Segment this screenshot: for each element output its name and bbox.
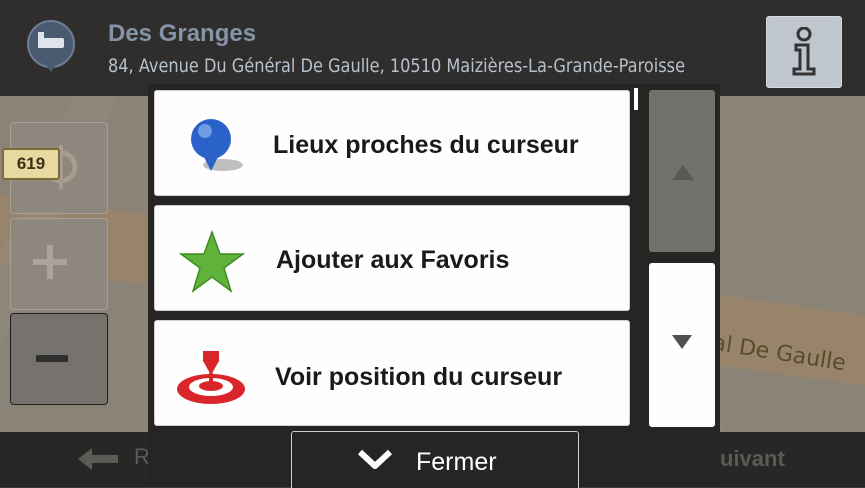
- menu-item-nearby-places[interactable]: Lieux proches du curseur: [154, 90, 630, 196]
- close-button[interactable]: Fermer: [291, 431, 579, 488]
- location-header: Des Granges 84, Avenue Du Général De Gau…: [0, 0, 865, 96]
- menu-item-add-favorites[interactable]: Ajouter aux Favoris: [154, 205, 630, 311]
- chevron-down-icon: [358, 449, 392, 469]
- hotel-pin-icon: [27, 20, 75, 72]
- plus-icon: [47, 245, 53, 279]
- menu-item-label: Lieux proches du curseur: [273, 131, 579, 159]
- green-star-icon: [178, 230, 246, 293]
- close-button-label: Fermer: [416, 448, 497, 476]
- next-button-label[interactable]: uivant: [720, 446, 785, 472]
- info-button[interactable]: [766, 16, 842, 88]
- menu-edge-marker: [634, 88, 638, 110]
- triangle-down-icon: [672, 335, 692, 349]
- minus-icon: [36, 355, 68, 362]
- back-arrow-icon: [78, 448, 118, 470]
- red-target-icon: [177, 351, 245, 404]
- blue-pin-icon: [191, 119, 243, 171]
- info-icon: [792, 27, 816, 76]
- road-number-shield: 619: [2, 148, 60, 180]
- menu-item-label: Ajouter aux Favoris: [276, 246, 510, 274]
- triangle-up-icon: [672, 165, 694, 180]
- menu-item-show-cursor-position[interactable]: Voir position du curseur: [154, 320, 630, 426]
- place-address: 84, Avenue Du Général De Gaulle, 10510 M…: [108, 55, 686, 77]
- menu-item-label: Voir position du curseur: [275, 363, 563, 391]
- place-name: Des Granges: [108, 20, 257, 47]
